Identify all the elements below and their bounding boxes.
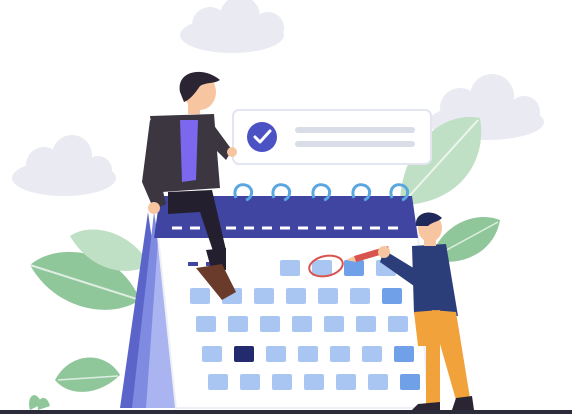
- card-line-2: [295, 141, 415, 147]
- calendar-day-cell: [202, 346, 222, 362]
- check-circle-icon: [247, 122, 277, 152]
- calendar-day-cell: [318, 288, 338, 304]
- calendar-day-cell: [292, 316, 312, 332]
- calendar-day-cell: [240, 374, 260, 390]
- calendar-day-cell: [368, 374, 388, 390]
- calendar-day-cell: [298, 346, 318, 362]
- calendar-scheduling-illustration: [0, 0, 572, 414]
- cloud-left: [12, 135, 116, 196]
- calendar-day-cell: [260, 316, 280, 332]
- calendar-day-cell: [272, 374, 292, 390]
- calendar-day-cell: [190, 288, 210, 304]
- calendar-day-cell: [304, 374, 324, 390]
- calendar-day-cell: [382, 288, 402, 304]
- ground-line: [0, 410, 572, 414]
- calendar-day-cell: [330, 346, 350, 362]
- calendar-day-cell: [324, 316, 344, 332]
- calendar-day-cell: [266, 346, 286, 362]
- calendar-label-mark: [188, 262, 198, 266]
- card-line-1: [295, 127, 415, 133]
- calendar-day-cell: [350, 288, 370, 304]
- calendar-day-cell: [336, 374, 356, 390]
- calendar-day-cell: [394, 346, 414, 362]
- calendar-day-cell: [254, 288, 274, 304]
- calendar-day-cell: [280, 260, 300, 276]
- calendar-day-cell: [286, 288, 306, 304]
- calendar-day-cell: [312, 260, 332, 276]
- calendar-day-cell: [362, 346, 382, 362]
- leaf-left-large: [29, 229, 150, 310]
- calendar-day-cell: [196, 316, 216, 332]
- calendar-day-cell: [234, 346, 254, 362]
- cloud-top: [180, 0, 284, 53]
- calendar-day-cell: [228, 316, 248, 332]
- sprout-left: [29, 395, 50, 410]
- calendar-day-cell: [388, 316, 408, 332]
- calendar-day-cell: [356, 316, 376, 332]
- calendar: [154, 183, 430, 409]
- calendar-day-cell: [208, 374, 228, 390]
- calendar-day-cell: [400, 374, 420, 390]
- calendar-day-cell: [344, 260, 364, 276]
- notification-card: [232, 109, 432, 165]
- leaf-left-small: [55, 357, 120, 392]
